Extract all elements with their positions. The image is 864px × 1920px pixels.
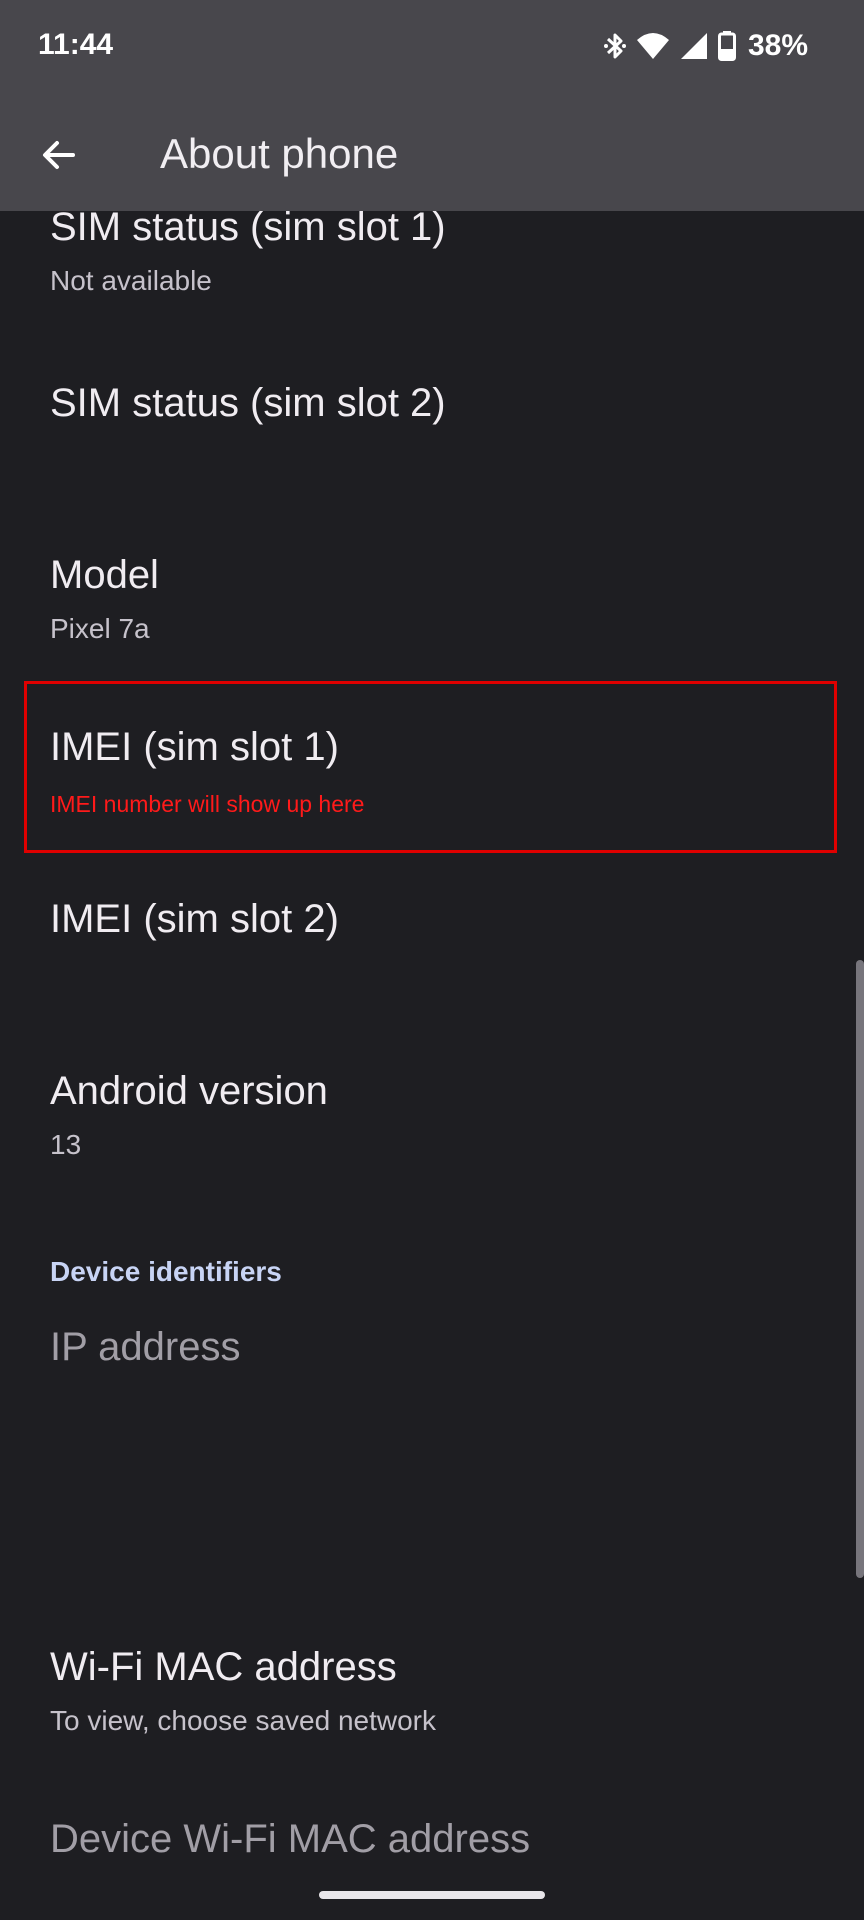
item-summary: Not available <box>50 265 212 296</box>
list-item-android-version[interactable]: Android version 13 <box>0 1036 864 1208</box>
bluetooth-icon <box>603 30 626 62</box>
item-title: SIM status (sim slot 2) <box>50 381 446 425</box>
battery-percent: 38% <box>747 29 808 62</box>
list-item-imei-2[interactable]: IMEI (sim slot 2) <box>0 864 864 1036</box>
item-title: Device Wi-Fi MAC address <box>50 1817 531 1861</box>
back-button[interactable] <box>34 131 82 179</box>
status-icons: 38% <box>603 28 808 64</box>
list-item-model[interactable]: Model Pixel 7a <box>0 520 864 692</box>
list-item-device-wifi-mac: Device Wi-Fi MAC address <box>0 1784 864 1920</box>
item-title: Model <box>50 553 159 597</box>
item-title: Android version <box>50 1069 328 1113</box>
cellular-signal-icon <box>680 32 708 60</box>
app-bar: About phone <box>0 96 864 211</box>
item-title: IMEI (sim slot 2) <box>50 897 339 941</box>
wifi-icon <box>636 32 670 60</box>
scrollbar[interactable] <box>856 960 864 1578</box>
list-item-ip-address: IP address <box>0 1308 864 1548</box>
item-title: Wi-Fi MAC address <box>50 1645 397 1689</box>
status-time: 11:44 <box>38 28 114 61</box>
arrow-back-icon <box>43 141 75 169</box>
item-title: IP address <box>50 1325 241 1369</box>
item-summary: 13 <box>50 1129 82 1160</box>
highlight-annotation-box <box>24 681 837 853</box>
item-title: SIM status (sim slot 1) <box>50 211 446 249</box>
list-item-sim-status-1[interactable]: SIM status (sim slot 1) Not available <box>0 211 864 348</box>
list-item-wifi-mac[interactable]: Wi-Fi MAC address To view, choose saved … <box>0 1612 864 1784</box>
settings-list: SIM status (sim slot 1) Not available SI… <box>0 211 864 1920</box>
item-summary: To view, choose saved network <box>50 1705 436 1736</box>
gesture-nav-handle[interactable] <box>319 1891 545 1899</box>
battery-icon <box>717 31 736 61</box>
section-header-device-identifiers: Device identifiers <box>50 1256 282 1287</box>
page-title: About phone <box>160 130 399 177</box>
list-item-sim-status-2[interactable]: SIM status (sim slot 2) <box>0 348 864 520</box>
item-summary: Pixel 7a <box>50 613 150 644</box>
status-bar: 11:44 38% <box>0 0 864 96</box>
